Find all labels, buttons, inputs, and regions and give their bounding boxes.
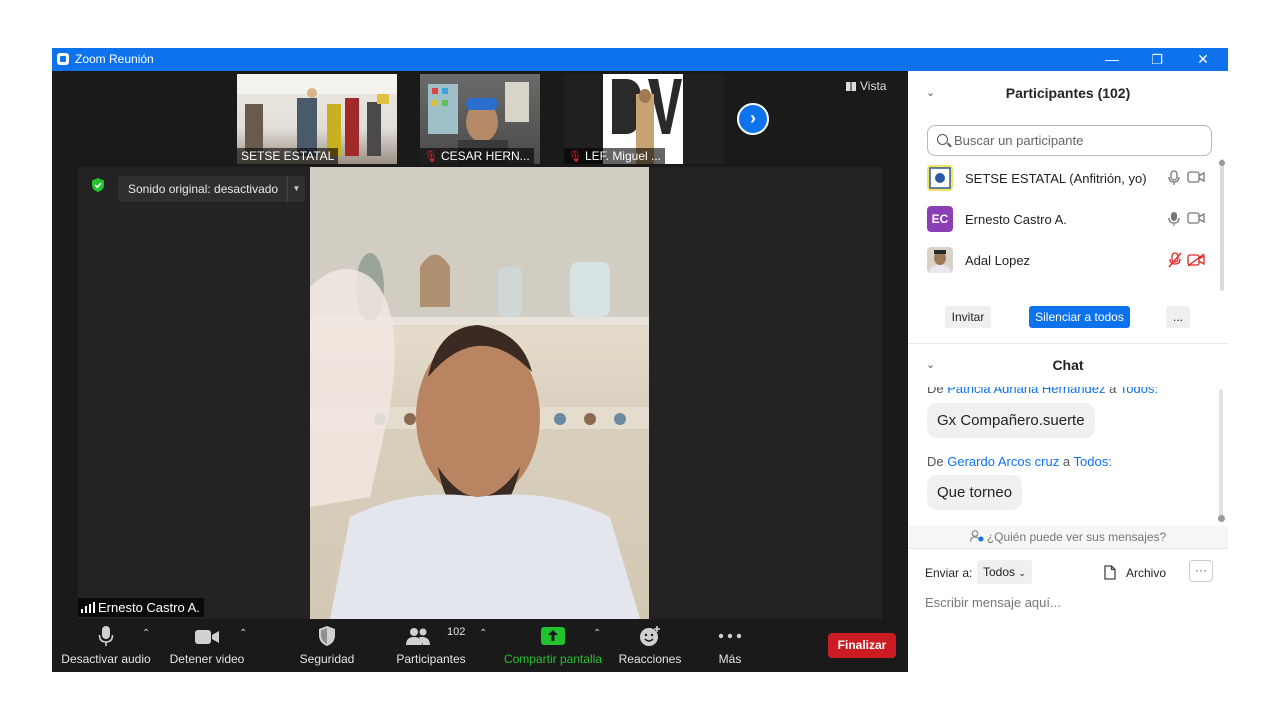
send-to-row: Enviar a: Todos ⌄ Archivo ···	[925, 560, 1215, 585]
more-dots-icon	[718, 633, 742, 639]
restore-button[interactable]: ❐	[1134, 48, 1180, 71]
microphone-icon[interactable]	[1168, 170, 1180, 186]
video-area: SETSE ESTATAL 🎙 CESAR HERN... 🎙 LEF. Mig…	[52, 71, 908, 672]
reactions-button[interactable]: Reacciones	[616, 619, 684, 672]
participants-button[interactable]: 102 Participantes	[392, 619, 470, 672]
person-eye-icon	[969, 530, 984, 542]
side-panel: ⌄ Participantes (102) Buscar un particip…	[908, 71, 1228, 672]
section-divider	[908, 548, 1228, 549]
video-camera-icon[interactable]	[1187, 171, 1205, 183]
participant-row[interactable]: SETSE ESTATAL (Anfitrión, yo)	[927, 159, 1207, 199]
chevron-down-icon: ⌄	[1018, 568, 1026, 578]
participants-header: ⌄ Participantes (102)	[908, 71, 1228, 115]
zoom-window: Zoom Reunión — ❐ ✕ SETSE ESTATAL 🎙 CESAR…	[52, 48, 1228, 672]
mute-all-button[interactable]: Silenciar a todos	[1029, 306, 1130, 328]
microphone-icon[interactable]	[1168, 211, 1180, 227]
minimize-button[interactable]: —	[1089, 48, 1135, 71]
chat-message-bubble: Que torneo	[927, 475, 1023, 510]
chat-more-button[interactable]: ···	[1189, 560, 1213, 582]
thumbnail-name: 🎙 CESAR HERN...	[420, 148, 534, 164]
collapse-chevron-icon[interactable]: ⌄	[926, 343, 935, 387]
signal-strength-icon	[81, 602, 95, 613]
microphone-muted-icon[interactable]	[1168, 252, 1182, 268]
speaker-video-image	[310, 167, 649, 619]
participants-icon	[406, 628, 430, 645]
share-screen-icon	[541, 627, 565, 645]
mic-muted-icon: 🎙	[568, 151, 582, 163]
participants-count: 102	[447, 626, 466, 638]
video-options-caret[interactable]: ⌃	[239, 628, 247, 639]
avatar: EC	[927, 206, 953, 232]
microphone-icon	[98, 626, 114, 646]
video-thumbnail[interactable]: 🎙 CESAR HERN...	[420, 74, 540, 164]
close-button[interactable]: ✕	[1180, 48, 1226, 71]
scroll-thumb[interactable]	[1218, 515, 1225, 522]
more-button[interactable]: Más	[702, 619, 758, 672]
chat-sender-line: De Patricia Adriana Hernandez a Todos:	[927, 387, 1159, 396]
chat-sender-line: De Gerardo Arcos cruz a Todos:	[927, 454, 1112, 469]
original-sound-dropdown[interactable]: Sonido original: desactivado ▼	[118, 176, 305, 202]
avatar	[927, 165, 953, 191]
shield-check-icon	[92, 178, 104, 192]
security-shield-icon	[319, 626, 335, 646]
participants-options-caret[interactable]: ⌃	[479, 628, 487, 639]
stop-video-button[interactable]: Detener video	[164, 619, 250, 672]
chat-messages: De Patricia Adriana Hernandez a Todos: G…	[908, 387, 1228, 525]
chat-scrollbar[interactable]	[1219, 389, 1223, 521]
zoom-logo-icon	[57, 53, 69, 65]
participants-scrollbar[interactable]	[1220, 159, 1224, 291]
end-meeting-button[interactable]: Finalizar	[828, 633, 896, 658]
window-title: Zoom Reunión	[75, 52, 154, 66]
mute-audio-button[interactable]: Desactivar audio	[60, 619, 152, 672]
chat-message-bubble: Gx Compañero.suerte	[927, 403, 1095, 438]
participant-row[interactable]: EC Ernesto Castro A.	[927, 200, 1207, 240]
chat-message-input[interactable]: Escribir mensaje aquí...	[925, 595, 1061, 610]
share-options-caret[interactable]: ⌃	[593, 628, 601, 639]
search-icon	[937, 134, 948, 145]
participant-search-input[interactable]: Buscar un participante	[927, 125, 1212, 156]
person-photo-icon	[929, 250, 951, 273]
video-off-icon[interactable]	[1187, 253, 1205, 267]
meeting-toolbar: Desactivar audio ⌃ Detener video ⌃ Segur…	[52, 619, 908, 672]
video-camera-icon[interactable]	[1187, 212, 1205, 224]
scroll-thumb[interactable]	[1219, 160, 1225, 166]
next-page-button[interactable]: ›	[737, 103, 769, 135]
send-to-dropdown[interactable]: Todos ⌄	[977, 560, 1032, 584]
file-button[interactable]: Archivo	[1126, 566, 1166, 580]
setse-logo-icon	[929, 167, 951, 189]
thumbnail-name: SETSE ESTATAL	[237, 148, 339, 164]
title-bar: Zoom Reunión — ❐ ✕	[52, 48, 1228, 71]
mic-muted-icon: 🎙	[424, 151, 438, 163]
thumbnail-name: 🎙 LEF. Miguel ...	[564, 148, 665, 164]
collapse-chevron-icon[interactable]: ⌄	[926, 71, 935, 115]
main-video	[310, 167, 649, 619]
invite-button[interactable]: Invitar	[945, 306, 991, 328]
chevron-down-icon[interactable]: ▼	[287, 176, 305, 202]
audio-options-caret[interactable]: ⌃	[142, 628, 150, 639]
emoji-reaction-icon	[640, 626, 660, 646]
video-thumbnail[interactable]: SETSE ESTATAL	[237, 74, 397, 164]
share-screen-button[interactable]: Compartir pantalla	[500, 619, 606, 672]
video-camera-icon	[195, 630, 219, 644]
video-thumbnail[interactable]: 🎙 LEF. Miguel ...	[564, 74, 724, 164]
security-button[interactable]: Seguridad	[292, 619, 362, 672]
avatar	[927, 247, 953, 273]
participant-row[interactable]: Adal Lopez	[927, 241, 1207, 281]
chat-header: ⌄ Chat	[908, 343, 1228, 387]
speaker-name-label: Ernesto Castro A.	[78, 598, 204, 617]
file-icon[interactable]	[1104, 565, 1116, 580]
who-can-see-link[interactable]: ¿Quién puede ver sus mensajes?	[908, 526, 1228, 548]
participants-more-button[interactable]: ...	[1166, 306, 1190, 328]
grid-icon	[846, 82, 856, 91]
view-button[interactable]: Vista	[846, 79, 886, 93]
